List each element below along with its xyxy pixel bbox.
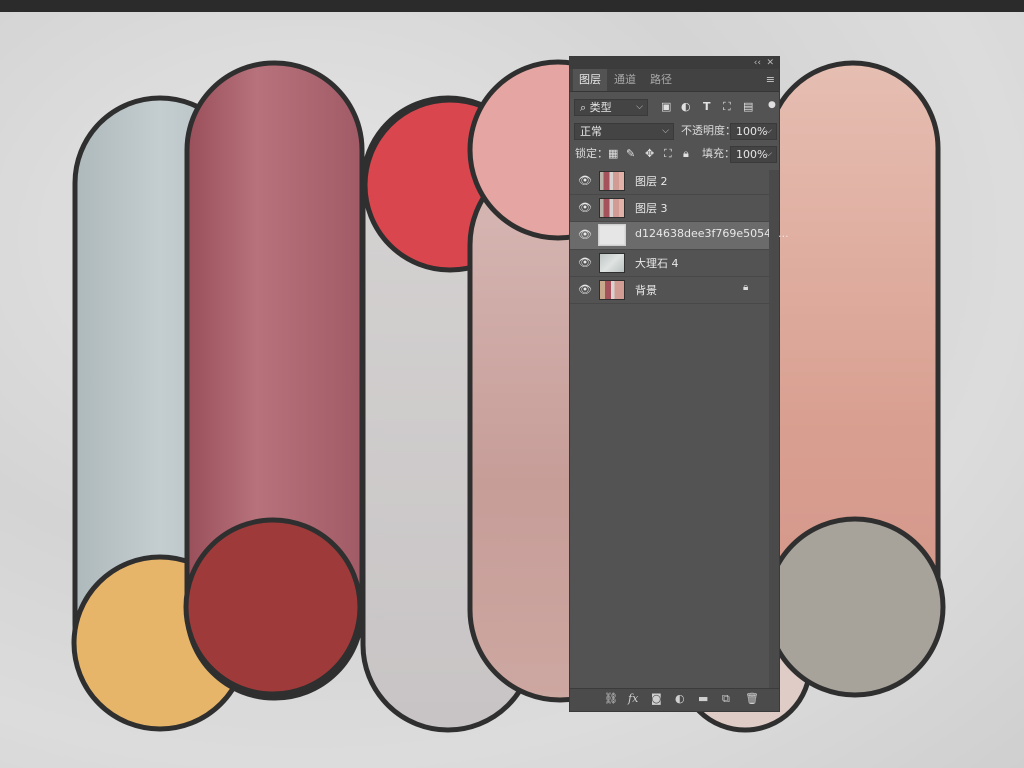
tab-layers[interactable]: 图层 — [573, 69, 607, 91]
new-layer-icon[interactable]: ⧉ — [722, 692, 730, 706]
layers-list: 👁︎ 图层 2 👁︎ 图层 3 👁︎ d124638dee3f769e5054b… — [570, 168, 789, 418]
opacity-label: 不透明度： — [681, 124, 736, 137]
shape-filter-icon[interactable]: ⛶ — [723, 100, 731, 114]
fill-input[interactable]: 100% ⌵ — [730, 146, 777, 163]
smart-object-filter-icon[interactable]: ▤ — [743, 100, 753, 114]
new-group-icon[interactable]: ▬ — [698, 692, 708, 705]
circle-dark-red — [183, 517, 363, 697]
adjustment-layer-icon[interactable]: ◐ — [675, 692, 685, 705]
lock-row: 锁定： ▦ ✎ ✥ ⛶ 🔒︎ 填充： 100% ⌵ — [570, 144, 779, 164]
blend-mode-value: 正常 — [580, 125, 602, 138]
lock-artboard-icon[interactable]: ⛶ — [664, 147, 672, 161]
blend-mode-select[interactable]: 正常 ⌵ — [574, 123, 674, 140]
eye-icon[interactable]: 👁︎ — [578, 201, 592, 214]
layer-name: 图层 2 — [635, 175, 668, 188]
layer-name: 背景 — [635, 284, 657, 297]
adjustment-filter-icon[interactable]: ◐ — [681, 100, 691, 114]
chevron-down-icon: ⌵ — [765, 126, 772, 136]
lock-label: 锁定： — [575, 147, 608, 160]
layer-row-selected[interactable]: 👁︎ d124638dee3f769e5054b... — [570, 222, 789, 250]
trash-icon[interactable]: 🗑︎ — [745, 692, 759, 705]
blend-row: 正常 ⌵ 不透明度： 100% ⌵ — [570, 121, 779, 141]
fill-value: 100% — [736, 148, 768, 161]
chevron-down-icon: ⌵ — [636, 102, 643, 112]
mask-icon[interactable]: ◙ — [651, 692, 662, 705]
circle-taupe — [764, 516, 946, 698]
opacity-input[interactable]: 100% ⌵ — [730, 123, 777, 140]
filter-toggle-icon[interactable]: ● — [768, 98, 776, 112]
hamburger-icon[interactable]: ≡ — [766, 73, 775, 86]
chevron-down-icon: ⌵ — [765, 149, 772, 159]
document-canvas[interactable] — [0, 12, 1024, 768]
scrollbar[interactable] — [769, 170, 779, 690]
eye-icon[interactable]: 👁︎ — [578, 174, 592, 187]
layer-thumbnail — [599, 280, 625, 300]
lock-icon: 🔒︎ — [743, 282, 749, 293]
lock-transparent-icon[interactable]: ▦ — [608, 147, 618, 161]
type-filter-icon[interactable]: T — [703, 100, 711, 114]
lock-paint-icon[interactable]: ✎ — [626, 147, 635, 161]
chevron-down-icon: ⌵ — [662, 126, 669, 136]
search-icon: ⌕ — [580, 101, 587, 114]
layer-thumbnail — [599, 171, 625, 191]
link-layers-icon[interactable]: ⛓︎ — [604, 692, 618, 705]
panel-bottom-bar: ⛓︎ fx ◙ ◐ ▬ ⧉ 🗑︎ — [570, 688, 779, 711]
layer-row[interactable]: 👁︎ 图层 3 — [570, 195, 769, 222]
filter-type-label: 类型 — [589, 101, 612, 114]
eye-icon[interactable]: 👁︎ — [578, 256, 592, 269]
filter-row: ⌕ 类型 ⌵ ▣ ◐ T ⛶ ▤ ● — [570, 97, 779, 117]
panel-tabs: 图层 通道 路径 ≡ — [570, 69, 779, 92]
top-bar — [0, 0, 1024, 12]
layer-thumbnail — [599, 198, 625, 218]
layers-panel[interactable]: ‹‹ ✕ 图层 通道 路径 ≡ ⌕ 类型 ⌵ ▣ ◐ T ⛶ ▤ ● 正常 ⌵ … — [569, 56, 789, 712]
layer-row[interactable]: 👁︎ 背景 🔒︎ — [570, 277, 769, 304]
close-icon[interactable]: ✕ — [766, 57, 774, 69]
artwork — [71, 59, 946, 733]
lock-move-icon[interactable]: ✥ — [645, 147, 654, 161]
filter-type-select[interactable]: ⌕ 类型 ⌵ — [574, 99, 648, 116]
opacity-value: 100% — [736, 125, 768, 138]
layer-row[interactable]: 👁︎ 图层 2 — [570, 168, 769, 195]
fx-icon[interactable]: fx — [628, 692, 638, 705]
image-filter-icon[interactable]: ▣ — [661, 100, 671, 114]
layer-thumbnail — [599, 253, 625, 273]
collapse-icon[interactable]: ‹‹ — [754, 57, 761, 69]
layer-name: 大理石 4 — [635, 257, 679, 270]
tab-channels[interactable]: 通道 — [608, 69, 642, 91]
lock-all-icon[interactable]: 🔒︎ — [683, 147, 689, 161]
layer-thumbnail — [598, 224, 626, 246]
layer-row[interactable]: 👁︎ 大理石 4 — [570, 250, 769, 277]
panel-titlebar: ‹‹ ✕ — [570, 57, 779, 69]
eye-icon[interactable]: 👁︎ — [578, 283, 592, 296]
eye-icon[interactable]: 👁︎ — [578, 228, 592, 241]
layer-name: d124638dee3f769e5054b... — [635, 227, 789, 240]
tab-paths[interactable]: 路径 — [644, 69, 678, 91]
layer-name: 图层 3 — [635, 202, 668, 215]
